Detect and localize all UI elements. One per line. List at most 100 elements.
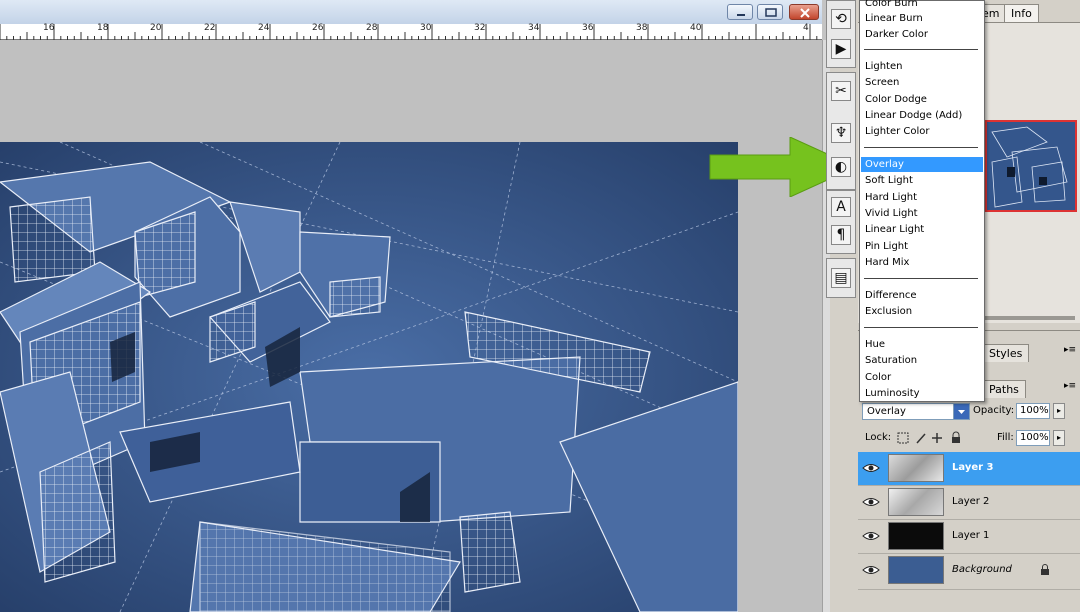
menu-item-darker-color[interactable]: Darker Color <box>861 27 983 42</box>
layer-row-layer-2[interactable]: Layer 2 <box>858 486 1080 520</box>
ruler-label: 38 <box>636 23 648 33</box>
fill-field[interactable]: 100% <box>1016 430 1050 446</box>
paragraph-button[interactable]: ¶ <box>831 225 851 245</box>
close-button[interactable] <box>789 4 819 20</box>
menu-item-lighter-color[interactable]: Lighter Color <box>861 124 983 139</box>
maximize-button[interactable] <box>757 4 783 20</box>
menu-item-luminosity[interactable]: Luminosity <box>861 386 983 401</box>
blend-mode-menu: Color Burn Linear Burn Darker Color Ligh… <box>859 0 985 402</box>
fill-label: Fill: <box>997 432 1014 443</box>
ruler-label: 16 <box>43 23 55 33</box>
brush-button[interactable]: ♆ <box>831 123 851 143</box>
panel-group-top: ⟲ ▶ <box>826 0 856 68</box>
menu-item-pin-light[interactable]: Pin Light <box>861 239 983 254</box>
menu-item-linear-burn[interactable]: Linear Burn <box>861 11 983 26</box>
lock-options <box>897 431 967 448</box>
menu-item-hard-mix[interactable]: Hard Mix <box>861 255 983 270</box>
ruler-label: 24 <box>258 23 270 33</box>
lock-position-icon[interactable] <box>932 433 942 443</box>
tab-paths[interactable]: Paths <box>982 380 1026 398</box>
layer-row-layer-1[interactable]: Layer 1 <box>858 520 1080 554</box>
clone-source-button[interactable]: ◐ <box>831 157 851 177</box>
tools-icon: ✂ <box>835 83 847 99</box>
menu-separator <box>864 49 978 50</box>
eye-icon[interactable] <box>862 563 880 577</box>
layer-thumbnail <box>888 522 944 550</box>
menu-item-linear-light[interactable]: Linear Light <box>861 222 983 237</box>
menu-item-hue[interactable]: Hue <box>861 337 983 352</box>
character-button[interactable]: A <box>831 197 851 217</box>
ruler-label: 34 <box>528 23 540 33</box>
blueprint-buildings-image <box>0 142 738 612</box>
layer-thumbnail <box>888 454 944 482</box>
lock-label: Lock: <box>865 432 892 443</box>
maximize-icon <box>765 8 777 17</box>
ruler-label: 36 <box>582 23 594 33</box>
tab-styles[interactable]: Styles <box>982 344 1030 362</box>
lock-transparent-icon[interactable] <box>897 432 909 444</box>
menu-separator <box>864 327 978 328</box>
ruler-label: 28 <box>366 23 378 33</box>
chevron-down-icon[interactable] <box>953 404 969 419</box>
menu-item-vivid-light[interactable]: Vivid Light <box>861 206 983 221</box>
eye-icon[interactable] <box>862 495 880 509</box>
menu-item-hard-light[interactable]: Hard Light <box>861 190 983 205</box>
paragraph-icon: ¶ <box>836 227 846 243</box>
opacity-stepper[interactable]: ▸ <box>1053 403 1065 419</box>
tab-info[interactable]: Info <box>1004 4 1039 22</box>
eye-icon[interactable] <box>862 461 880 475</box>
panel-group-comps: ▤ <box>826 258 856 298</box>
menu-item-color-burn[interactable]: Color Burn <box>861 0 983 11</box>
opacity-field[interactable]: 100% <box>1016 403 1050 419</box>
layer-name: Layer 2 <box>952 496 990 507</box>
layers-panel-menu-icon[interactable]: ▸≡ <box>1064 381 1076 391</box>
menu-item-color[interactable]: Color <box>861 370 983 385</box>
menu-item-difference[interactable]: Difference <box>861 288 983 303</box>
actions-button[interactable]: ▶ <box>831 39 851 59</box>
layer-name: Layer 3 <box>952 462 994 473</box>
layer-comps-button[interactable]: ▤ <box>831 268 851 288</box>
menu-item-overlay[interactable]: Overlay <box>861 157 983 172</box>
menu-item-color-dodge[interactable]: Color Dodge <box>861 92 983 107</box>
zoom-slider[interactable] <box>975 316 1075 320</box>
eye-icon[interactable] <box>862 529 880 543</box>
menu-item-linear-dodge[interactable]: Linear Dodge (Add) <box>861 108 983 123</box>
ruler-label: 4 <box>803 23 809 33</box>
menu-item-soft-light[interactable]: Soft Light <box>861 173 983 188</box>
ruler-label: 22 <box>204 23 216 33</box>
layer-row-layer-3[interactable]: Layer 3 <box>858 452 1080 486</box>
opacity-label: Opacity: <box>973 405 1015 416</box>
blend-mode-value: Overlay <box>867 406 906 417</box>
menu-item-lighten[interactable]: Lighten <box>861 59 983 74</box>
ruler-label: 40 <box>690 23 702 33</box>
navigator-thumbnail <box>987 122 1075 210</box>
panel-group-type: A ¶ <box>826 190 856 254</box>
lock-all-icon[interactable] <box>952 437 960 443</box>
horizontal-ruler[interactable]: 16 18 20 22 24 26 28 30 32 34 36 38 40 4 <box>0 23 822 40</box>
history-icon: ⟲ <box>835 11 847 27</box>
layer-thumbnail <box>888 488 944 516</box>
styles-panel-menu-icon[interactable]: ▸≡ <box>1064 345 1076 355</box>
menu-item-screen[interactable]: Screen <box>861 75 983 90</box>
tools-button[interactable]: ✂ <box>831 81 851 101</box>
layer-row-background[interactable]: Background <box>858 554 1080 590</box>
ruler-label: 20 <box>150 23 162 33</box>
window-title-bar <box>0 0 822 24</box>
lock-image-icon[interactable] <box>916 433 926 444</box>
menu-item-saturation[interactable]: Saturation <box>861 353 983 368</box>
history-button[interactable]: ⟲ <box>831 9 851 29</box>
layer-name: Layer 1 <box>952 530 990 541</box>
minimize-button[interactable] <box>727 4 753 20</box>
document-image[interactable] <box>0 142 738 612</box>
panel-group-middle: ✂ ♆ ◐ <box>826 72 856 190</box>
navigator-preview[interactable] <box>985 120 1077 212</box>
fill-stepper[interactable]: ▸ <box>1053 430 1065 446</box>
close-icon <box>800 8 810 18</box>
menu-item-exclusion[interactable]: Exclusion <box>861 304 983 319</box>
menu-separator <box>864 278 978 279</box>
blend-mode-select[interactable]: Overlay <box>862 403 970 420</box>
ruler-label: 18 <box>97 23 109 33</box>
lock-icon <box>1041 564 1049 575</box>
layer-name: Background <box>952 564 1012 575</box>
layer-comps-icon: ▤ <box>834 270 848 286</box>
